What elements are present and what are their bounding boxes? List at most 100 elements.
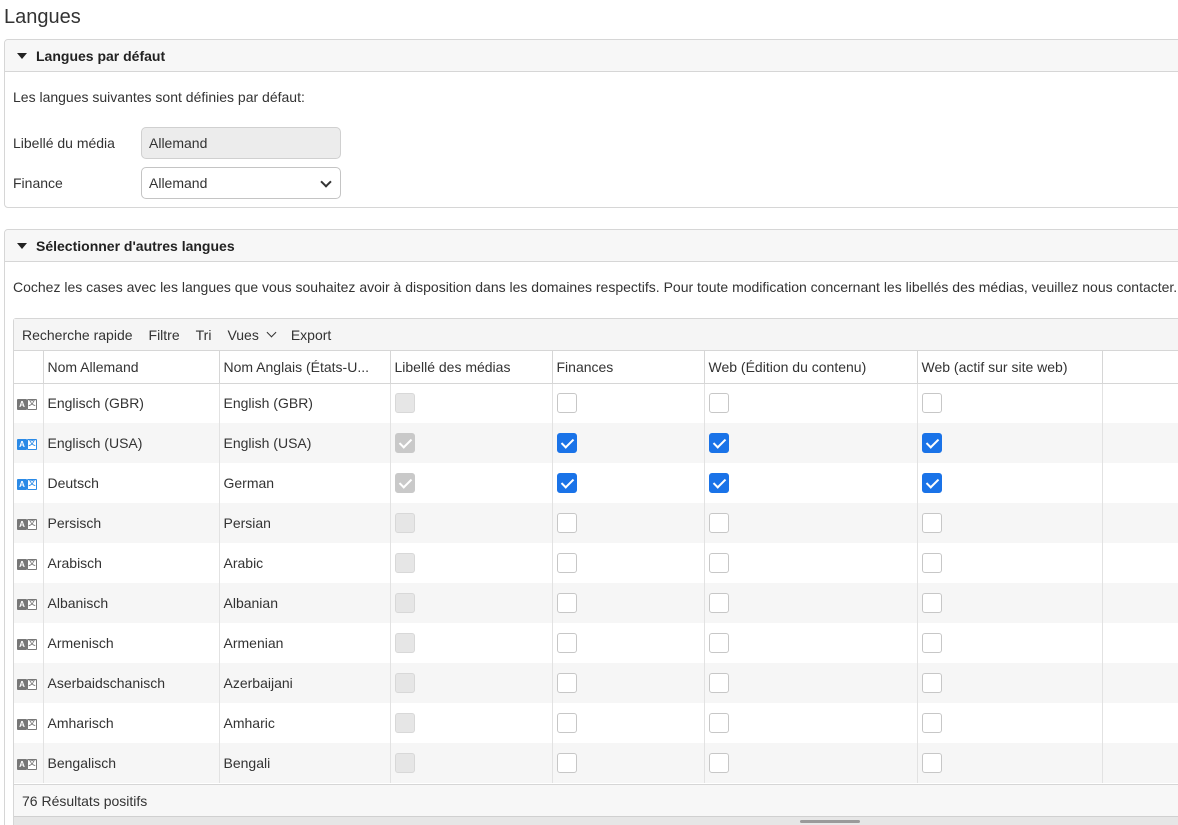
english-name-cell: English (USA) xyxy=(219,423,391,463)
table-row[interactable]: A 文 Bengalisch Bengali xyxy=(14,743,1178,783)
web-live-checkbox[interactable] xyxy=(921,633,942,653)
english-name-cell: Azerbaijani xyxy=(219,663,391,703)
web-edit-checkbox[interactable] xyxy=(708,593,729,613)
filler-cell xyxy=(1102,543,1178,583)
media-label-checkbox-cell xyxy=(390,423,553,463)
filler-cell xyxy=(1102,383,1178,423)
finance-language-select[interactable]: Allemand xyxy=(141,167,341,199)
sort-button[interactable]: Tri xyxy=(196,327,212,343)
horizontal-scrollbar[interactable] xyxy=(14,816,1178,825)
media-label-checkbox-cell xyxy=(390,663,553,703)
media-label-checkbox-cell xyxy=(390,743,553,783)
column-header-web-edit[interactable]: Web (Édition du contenu) xyxy=(704,351,918,384)
quick-search-button[interactable]: Recherche rapide xyxy=(22,327,133,343)
table-row[interactable]: A 文 Arabisch Arabic xyxy=(14,543,1178,583)
column-header-english-name[interactable]: Nom Anglais (États-U... xyxy=(219,351,391,384)
web-live-checkbox[interactable] xyxy=(921,433,942,453)
web-edit-checkbox[interactable] xyxy=(708,513,729,533)
table-row[interactable]: A 文 Englisch (GBR) English (GBR) xyxy=(14,383,1178,423)
default-languages-title: Langues par défaut xyxy=(36,47,166,64)
web-live-checkbox[interactable] xyxy=(921,753,942,773)
media-label-checkbox-cell xyxy=(390,543,553,583)
media-label-value: Allemand xyxy=(149,135,208,151)
filler-cell xyxy=(1102,743,1178,783)
web-edit-checkbox[interactable] xyxy=(708,713,729,733)
media-label-checkbox xyxy=(394,513,415,533)
web-edit-checkbox-cell xyxy=(704,543,918,583)
filler-cell xyxy=(1102,623,1178,663)
views-button[interactable]: Vues xyxy=(227,326,277,343)
german-name-cell: Arabisch xyxy=(43,543,220,583)
collapse-caret-icon[interactable] xyxy=(17,52,27,59)
english-name-cell: Armenian xyxy=(219,623,391,663)
finance-checkbox[interactable] xyxy=(556,633,577,653)
web-live-checkbox[interactable] xyxy=(921,713,942,733)
finance-checkbox[interactable] xyxy=(556,593,577,613)
finance-checkbox[interactable] xyxy=(556,513,577,533)
web-live-checkbox[interactable] xyxy=(921,593,942,613)
filler-cell xyxy=(1102,423,1178,463)
web-live-checkbox-cell xyxy=(917,503,1103,543)
media-label-checkbox-cell xyxy=(390,703,553,743)
finance-checkbox[interactable] xyxy=(556,713,577,733)
export-button[interactable]: Export xyxy=(291,327,331,343)
row-icon-cell: A文 xyxy=(14,663,44,703)
column-header-finances[interactable]: Finances xyxy=(552,351,705,384)
finance-checkbox[interactable] xyxy=(556,753,577,773)
row-icon-cell: A文 xyxy=(14,383,44,423)
web-edit-checkbox-cell xyxy=(704,583,918,623)
web-edit-checkbox[interactable] xyxy=(708,673,729,693)
web-live-checkbox[interactable] xyxy=(921,513,942,533)
german-name-cell: Persisch xyxy=(43,503,220,543)
finance-checkbox[interactable] xyxy=(556,673,577,693)
collapse-caret-icon[interactable] xyxy=(17,242,27,249)
web-live-checkbox[interactable] xyxy=(921,553,942,573)
web-edit-checkbox[interactable] xyxy=(708,753,729,773)
language-icon: A文 xyxy=(17,598,37,610)
web-edit-checkbox-cell xyxy=(704,623,918,663)
finance-checkbox[interactable] xyxy=(556,473,577,493)
table-row[interactable]: A 文 Englisch (USA) English (USA) xyxy=(14,423,1178,463)
media-label-checkbox xyxy=(394,753,415,773)
web-live-checkbox[interactable] xyxy=(921,673,942,693)
page-title: Langues xyxy=(4,6,81,28)
web-edit-checkbox[interactable] xyxy=(708,433,729,453)
media-label-checkbox-cell xyxy=(390,503,553,543)
row-icon-cell: A文 xyxy=(14,543,44,583)
language-icon: A文 xyxy=(17,718,37,730)
web-edit-checkbox[interactable] xyxy=(708,473,729,493)
finance-checkbox[interactable] xyxy=(556,433,577,453)
column-header-web-live[interactable]: Web (actif sur site web) xyxy=(917,351,1103,384)
table-row[interactable]: A 文 Aserbaidschanisch Azerbaijani xyxy=(14,663,1178,703)
filter-button[interactable]: Filtre xyxy=(149,327,180,343)
languages-grid: Recherche rapide Filtre Tri Vues Export xyxy=(13,318,1178,825)
table-row[interactable]: A 文 Amharisch Amharic xyxy=(14,703,1178,743)
web-live-checkbox-cell xyxy=(917,423,1103,463)
web-edit-checkbox[interactable] xyxy=(708,553,729,573)
web-edit-checkbox[interactable] xyxy=(708,393,729,414)
finance-checkbox[interactable] xyxy=(556,553,577,573)
finance-checkbox[interactable] xyxy=(556,393,577,414)
scrollbar-thumb[interactable] xyxy=(800,820,860,823)
column-header-media-label[interactable]: Libellé des médias xyxy=(390,351,553,384)
table-row[interactable]: A 文 Deutsch German xyxy=(14,463,1178,503)
web-live-checkbox-cell xyxy=(917,663,1103,703)
other-languages-header[interactable]: Sélectionner d'autres langues xyxy=(5,230,1178,262)
views-label: Vues xyxy=(227,326,259,343)
web-live-checkbox[interactable] xyxy=(921,393,942,414)
default-languages-header[interactable]: Langues par défaut xyxy=(5,40,1178,72)
chevron-down-icon xyxy=(320,176,332,188)
english-name-cell: English (GBR) xyxy=(219,383,391,423)
web-edit-checkbox[interactable] xyxy=(708,633,729,653)
language-icon: A文 xyxy=(17,518,37,530)
row-icon-cell: A文 xyxy=(14,583,44,623)
table-row[interactable]: A 文 Armenisch Armenian xyxy=(14,623,1178,663)
web-live-checkbox[interactable] xyxy=(921,473,942,493)
filler-cell xyxy=(1102,703,1178,743)
table-row[interactable]: A 文 Persisch Persian xyxy=(14,503,1178,543)
web-edit-checkbox-cell xyxy=(704,703,918,743)
media-label-field-label: Libellé du média xyxy=(13,135,115,151)
language-icon: A文 xyxy=(17,638,37,650)
table-row[interactable]: A 文 Albanisch Albanian xyxy=(14,583,1178,623)
column-header-german-name[interactable]: Nom Allemand xyxy=(43,351,220,384)
